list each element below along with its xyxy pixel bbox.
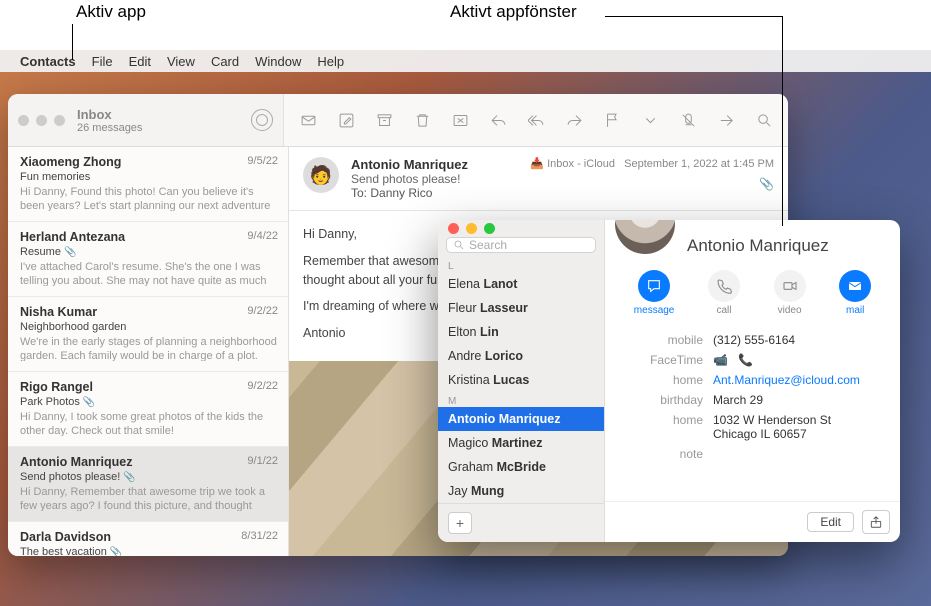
trash-icon[interactable] (412, 110, 432, 130)
minimize-icon[interactable] (466, 223, 477, 234)
forward-icon[interactable] (564, 110, 584, 130)
list-item[interactable]: Nisha Kumar9/2/22Neighborhood gardenWe'r… (8, 297, 288, 372)
list-item[interactable]: Rigo Rangel9/2/22Park Photos📎Hi Danny, I… (8, 372, 288, 447)
list-item[interactable]: Antonio Manriquez9/1/22Send photos pleas… (8, 447, 288, 522)
contact-row[interactable]: Elena Lanot (438, 272, 604, 296)
mailbox-title: Inbox (77, 107, 142, 122)
contact-avatar (615, 220, 675, 254)
to-label: To: (351, 186, 367, 200)
chevron-down-icon[interactable] (640, 110, 660, 130)
message-folder: Inbox - iCloud (547, 158, 615, 170)
list-item[interactable]: Xiaomeng Zhong9/5/22Fun memoriesHi Danny… (8, 147, 288, 222)
compose-icon[interactable] (336, 110, 356, 130)
contact-row[interactable]: Jay Mung (438, 479, 604, 503)
mute-icon[interactable] (678, 110, 698, 130)
detail-row: homeAnt.Manriquez@icloud.com (605, 370, 886, 390)
contact-row[interactable]: Fleur Lasseur (438, 296, 604, 320)
video-action[interactable]: video (774, 270, 806, 316)
minimize-icon[interactable] (36, 115, 47, 126)
share-icon[interactable] (862, 510, 890, 534)
annotation-active-app: Aktiv app (76, 2, 146, 22)
detail-row: mobile(312) 555-6164 (605, 330, 886, 350)
annotation-line (782, 16, 783, 226)
more-icon[interactable] (716, 110, 736, 130)
detail-row: FaceTime📹 📞 (605, 350, 886, 370)
group-header: M (438, 396, 604, 407)
close-icon[interactable] (18, 115, 29, 126)
list-item[interactable]: Darla Davidson8/31/22The best vacation📎R… (8, 522, 288, 556)
filter-icon[interactable] (251, 109, 273, 131)
message-action[interactable]: message (634, 270, 675, 316)
detail-row: birthdayMarch 29 (605, 390, 886, 410)
close-icon[interactable] (448, 223, 459, 234)
mailbox-count: 26 messages (77, 122, 142, 134)
contact-row[interactable]: Magico Martinez (438, 431, 604, 455)
zoom-icon[interactable] (484, 223, 495, 234)
contact-row[interactable]: Andre Lorico (438, 344, 604, 368)
envelope-icon[interactable] (298, 110, 318, 130)
desktop: Contacts File Edit View Card Window Help… (0, 50, 931, 606)
archive-icon[interactable] (374, 110, 394, 130)
sender-avatar: 🧑 (303, 157, 339, 193)
junk-icon[interactable] (450, 110, 470, 130)
contact-row[interactable]: Elton Lin (438, 320, 604, 344)
mail-action[interactable]: mail (839, 270, 871, 316)
contacts-window[interactable]: Search LElena LanotFleur LasseurElton Li… (438, 220, 900, 542)
zoom-icon[interactable] (54, 115, 65, 126)
mail-traffic-lights[interactable] (18, 115, 65, 126)
message-date: September 1, 2022 at 1:45 PM (624, 158, 774, 170)
add-contact-button[interactable]: + (448, 512, 472, 534)
list-item[interactable]: Herland Antezana9/4/22Resume📎I've attach… (8, 222, 288, 297)
contact-row[interactable]: Antonio Manriquez (438, 407, 604, 431)
message-subject: Send photos please! (351, 172, 774, 186)
contact-row[interactable]: Graham McBride (438, 455, 604, 479)
message-to: Danny Rico (370, 186, 432, 200)
contact-row[interactable]: Kristina Lucas (438, 368, 604, 392)
flag-icon[interactable] (602, 110, 622, 130)
message-list[interactable]: Xiaomeng Zhong9/5/22Fun memoriesHi Danny… (8, 147, 289, 556)
search-icon[interactable] (754, 110, 774, 130)
search-input[interactable]: Search (446, 237, 596, 253)
detail-row: home1032 W Henderson StChicago IL 60657 (605, 410, 886, 444)
group-header: L (438, 261, 604, 272)
annotation-line (72, 24, 73, 60)
reply-icon[interactable] (488, 110, 508, 130)
contact-name: Antonio Manriquez (687, 236, 900, 256)
call-action[interactable]: call (708, 270, 740, 316)
reply-all-icon[interactable] (526, 110, 546, 130)
search-placeholder: Search (469, 238, 507, 252)
edit-button[interactable]: Edit (807, 512, 854, 532)
attachment-icon: 📎 (759, 177, 774, 191)
annotation-active-window: Aktivt appfönster (450, 2, 577, 22)
annotation-line (605, 16, 783, 17)
detail-row: note (605, 444, 886, 464)
